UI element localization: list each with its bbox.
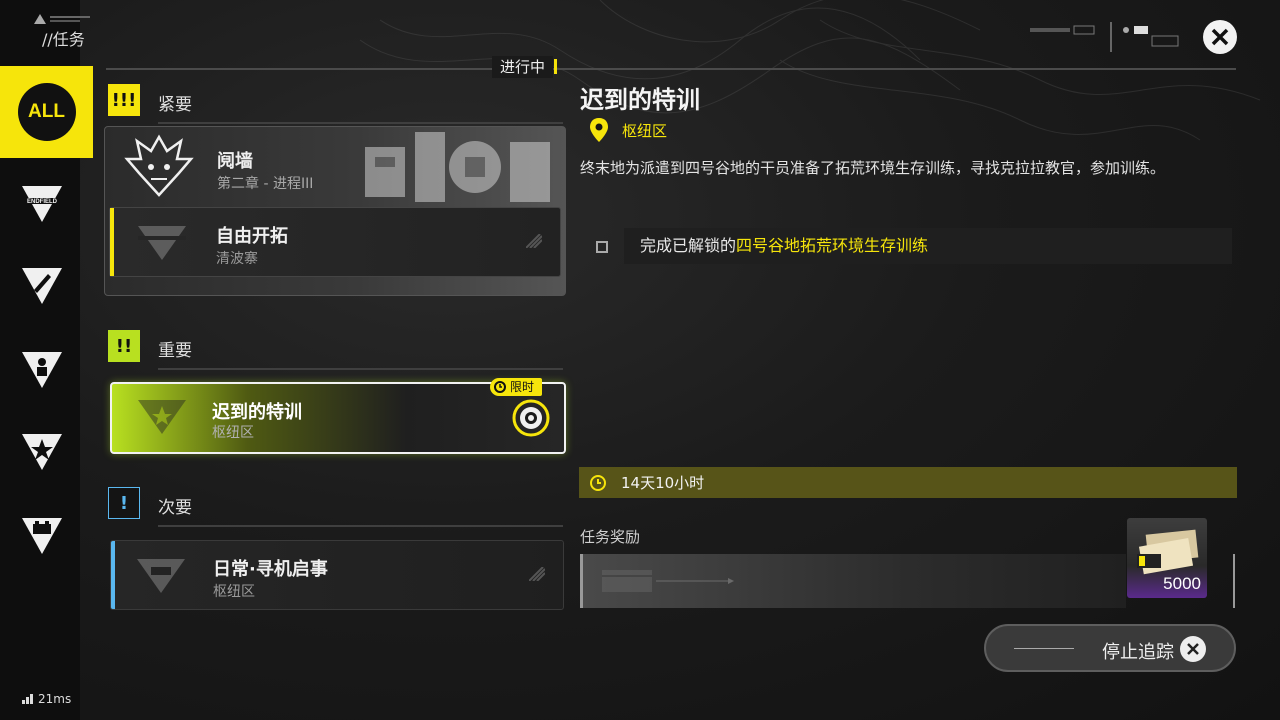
- quest-description: 终末地为派遣到四号谷地的干员准备了拓荒环境生存训练，寻找克拉拉教官，参加训练。: [580, 159, 1166, 177]
- person-icon[interactable]: [20, 348, 64, 392]
- minor-label: 次要: [158, 498, 192, 518]
- stop-tracking-label: 停止追踪: [1102, 642, 1174, 663]
- quest-card-free-explore[interactable]: 自由开拓 清波寨: [109, 207, 561, 277]
- quest-emblem-icon: [137, 559, 185, 593]
- urgent-badge: !!!: [108, 84, 140, 116]
- reward-label: 任务奖励: [580, 528, 641, 546]
- reward-item-card[interactable]: 5000: [1127, 518, 1207, 598]
- quest-card-boss[interactable]: 阋墙 第二章 - 进程III 自由开拓 清波寨: [104, 126, 566, 296]
- clock-icon: [494, 381, 506, 393]
- battery-icon[interactable]: [20, 514, 64, 558]
- quest-name: 自由开拓: [216, 226, 288, 247]
- close-button[interactable]: [1203, 20, 1237, 54]
- page-title: //任务: [42, 30, 85, 49]
- quest-progress: 第二章 - 进程III: [217, 176, 314, 192]
- pen-icon[interactable]: [20, 264, 64, 308]
- svg-text:ENDFIELD: ENDFIELD: [27, 199, 58, 205]
- limited-time-badge: 限时: [490, 378, 543, 396]
- close-icon: [1211, 28, 1229, 46]
- signal-icon: [22, 694, 33, 704]
- section-rule: [158, 368, 563, 370]
- close-icon: [1180, 636, 1206, 662]
- boss-emblem-icon: [124, 134, 194, 197]
- objective-row: 完成已解锁的四号谷地拓荒环境生存训练: [624, 228, 1232, 264]
- stop-tracking-button[interactable]: 停止追踪: [984, 624, 1236, 672]
- quest-emblem-icon: [138, 226, 186, 260]
- time-remaining-bar: 14天10小时: [579, 467, 1237, 498]
- hatch-icon: [529, 567, 545, 581]
- reward-quantity: 5000: [1163, 574, 1201, 593]
- quest-name: 迟到的特训: [212, 402, 302, 423]
- section-rule: [158, 525, 563, 527]
- quest-name: 日常·寻机启事: [213, 559, 328, 580]
- currency-bills-icon: [1137, 529, 1199, 575]
- limited-label: 限时: [510, 380, 535, 394]
- section-important: !! 重要: [108, 330, 563, 370]
- tracking-target-icon[interactable]: [511, 398, 551, 438]
- ping-value: 21ms: [38, 692, 72, 706]
- objective-checkbox: [596, 241, 608, 253]
- network-ping: 21ms: [22, 692, 71, 706]
- reward-strip-edge: [580, 554, 583, 608]
- quest-emblem-icon: [138, 400, 186, 434]
- button-line: [1014, 648, 1074, 649]
- header-divider: [106, 68, 1236, 70]
- objective-item: 完成已解锁的四号谷地拓荒环境生存训练: [580, 228, 1232, 264]
- time-remaining: 14天10小时: [621, 474, 705, 492]
- important-label: 重要: [158, 341, 192, 361]
- detail-title: 迟到的特训: [580, 86, 700, 114]
- reward-strip: [580, 554, 1126, 608]
- header-decoration: [1030, 22, 1179, 52]
- quest-stripe: [111, 541, 115, 609]
- section-minor: ! 次要: [108, 487, 563, 527]
- reward-strip-edge: [1233, 554, 1235, 608]
- hatch-icon: [526, 234, 542, 248]
- quest-location: 清波寨: [216, 251, 258, 267]
- quest-name: 阋墙: [217, 151, 253, 172]
- section-rule: [158, 122, 563, 124]
- minor-badge: !: [108, 487, 140, 519]
- logo-mark: [34, 14, 90, 24]
- category-all-label: ALL: [17, 83, 76, 141]
- objective-highlight: 四号谷地拓荒环境生存训练: [736, 236, 929, 255]
- location-pin-icon: [590, 118, 608, 142]
- category-all-tab[interactable]: ALL: [0, 66, 93, 158]
- section-urgent: !!! 紧要: [108, 84, 563, 124]
- quest-location: 枢纽区: [212, 425, 254, 441]
- endfield-icon[interactable]: ENDFIELD: [20, 182, 64, 226]
- important-badge: !!: [108, 330, 140, 362]
- in-progress-marker: [554, 59, 558, 74]
- in-progress-text: 进行中: [500, 58, 546, 76]
- location-name: 枢纽区: [622, 121, 668, 140]
- quest-stripe: [110, 208, 114, 276]
- quest-card-daily[interactable]: 日常·寻机启事 枢纽区: [110, 540, 564, 610]
- star-icon[interactable]: [20, 430, 64, 474]
- objective-text: 完成已解锁的: [640, 236, 737, 255]
- reward-box-icon: [602, 570, 734, 592]
- detail-location: 枢纽区: [590, 118, 667, 142]
- in-progress-label: 进行中: [492, 56, 558, 78]
- clock-icon: [590, 474, 606, 491]
- boss-artwork: [365, 132, 550, 202]
- quest-location: 枢纽区: [213, 584, 255, 600]
- urgent-label: 紧要: [158, 95, 192, 115]
